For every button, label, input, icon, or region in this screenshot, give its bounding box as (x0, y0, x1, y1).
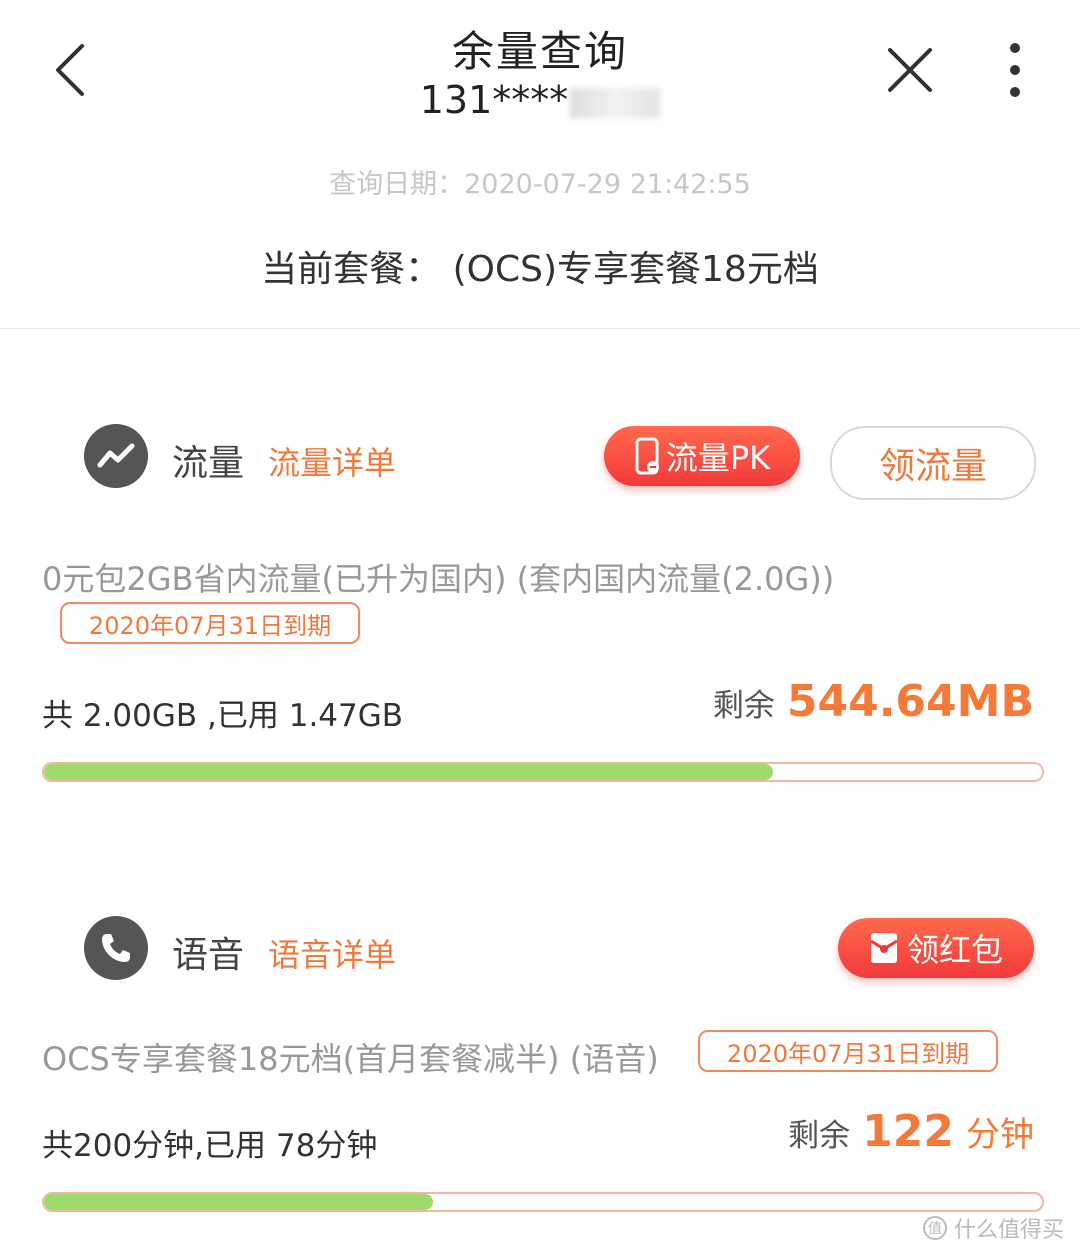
red-packet-icon (870, 933, 898, 963)
query-date: 查询日期：2020-07-29 21:42:55 (329, 169, 751, 200)
watermark: 值 什么值得买 (922, 1212, 1064, 1244)
data-pk-button[interactable]: 流量PK (604, 426, 800, 486)
header-divider (0, 328, 1080, 329)
voice-remaining-unit: 分钟 (966, 1115, 1034, 1155)
data-remaining-label: 剩余 (712, 688, 775, 724)
red-packet-label: 领红包 (906, 931, 1003, 969)
data-remaining-value: 544.64MB (786, 676, 1034, 727)
more-vertical-icon (1010, 43, 1020, 97)
phone-number-prefix: 131**** (419, 78, 569, 122)
voice-remaining-value: 122 (862, 1106, 954, 1157)
voice-detail-link[interactable]: 语音详单 (268, 930, 396, 976)
data-progress-fill (44, 764, 773, 780)
voice-progress-bar (42, 1192, 1044, 1212)
data-remaining: 剩余 544.64MB (713, 676, 1034, 727)
red-packet-button[interactable]: 领红包 (838, 918, 1034, 978)
data-detail-link[interactable]: 流量详单 (268, 438, 396, 484)
data-section-title: 流量 (172, 443, 245, 484)
more-button[interactable] (985, 30, 1045, 110)
phone-number-mask (570, 87, 661, 118)
voice-expire-badge: 2020年07月31日到期 (698, 1030, 998, 1072)
get-data-button[interactable]: 领流量 (830, 426, 1036, 500)
voice-section-title: 语音 (172, 935, 245, 976)
close-icon (888, 48, 932, 92)
data-expire-badge: 2020年07月31日到期 (60, 602, 360, 644)
svg-text:值: 值 (928, 1221, 942, 1237)
voice-remaining-label: 剩余 (788, 1118, 851, 1154)
phone-call-icon (84, 916, 148, 980)
voice-package-name: OCS专享套餐18元档(首月套餐减半) (语音) (42, 1040, 659, 1078)
voice-usage: 共200分钟,已用 78分钟 (42, 1128, 378, 1164)
data-package-name: 0元包2GB省内流量(已升为国内) (套内国内流量(2.0G)) (42, 560, 835, 598)
watermark-logo-icon: 值 (922, 1216, 947, 1240)
voice-progress-fill (44, 1194, 434, 1210)
data-progress-bar (42, 762, 1044, 782)
data-pk-label: 流量PK (665, 439, 771, 477)
close-button[interactable] (870, 30, 950, 110)
current-plan: 当前套餐： (OCS)专享套餐18元档 (261, 249, 819, 290)
data-trend-icon (84, 424, 148, 488)
voice-remaining: 剩余 122 分钟 (788, 1106, 1034, 1157)
data-usage: 共 2.00GB ,已用 1.47GB (42, 698, 404, 734)
phone-icon (635, 437, 659, 475)
watermark-text: 什么值得买 (953, 1218, 1064, 1243)
